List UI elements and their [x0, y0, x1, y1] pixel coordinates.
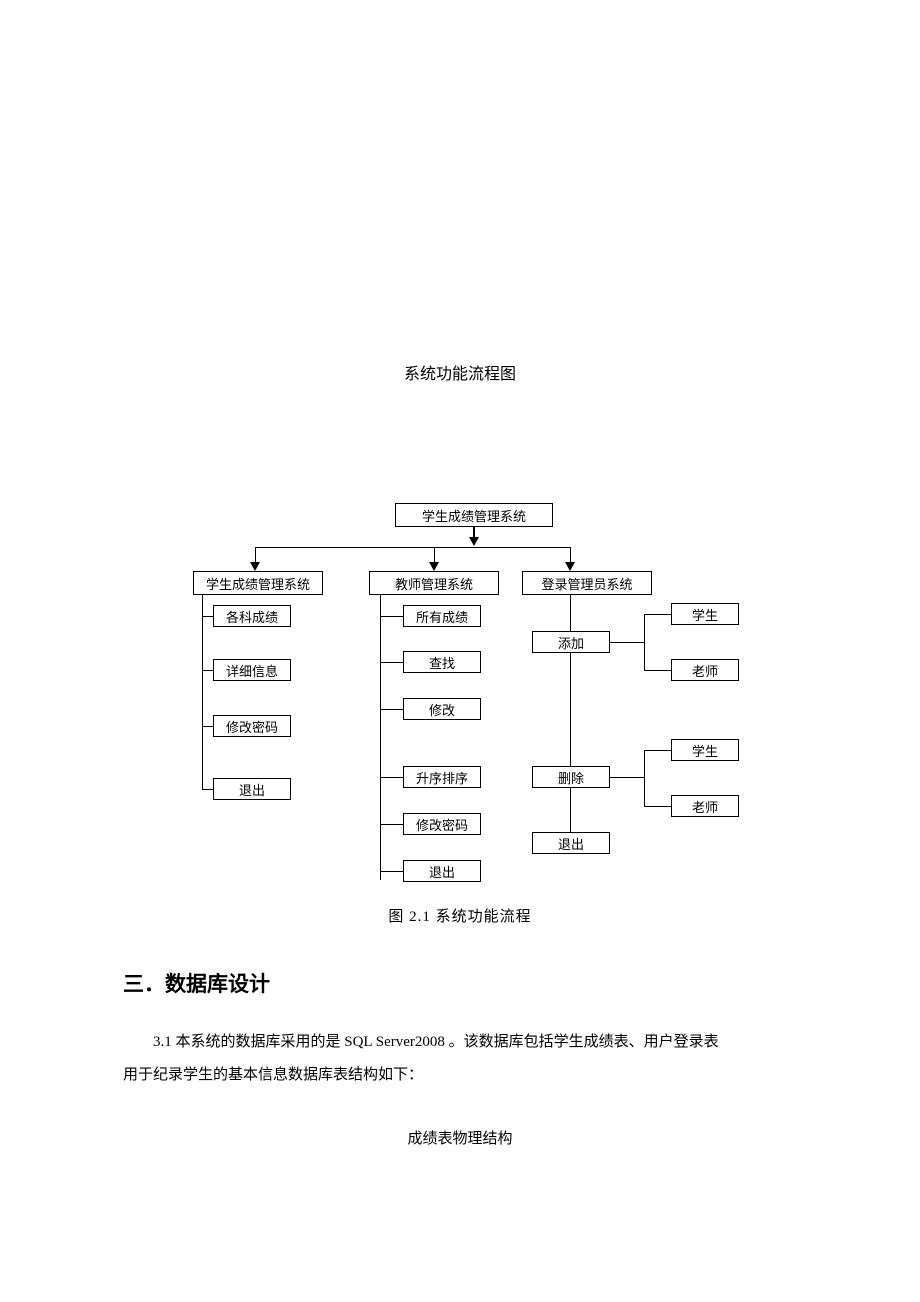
col3-mid-2: 退出: [532, 832, 610, 854]
section-heading: 三．数据库设计: [123, 968, 270, 998]
arrow-down-icon: [250, 562, 260, 571]
col3-header: 登录管理员系统: [522, 571, 652, 595]
col1-item-3: 退出: [213, 778, 291, 800]
arrow-down-icon: [565, 562, 575, 571]
root-box: 学生成绩管理系统: [395, 503, 553, 527]
col2-item-3: 升序排序: [403, 766, 481, 788]
col3-sub1-0: 学生: [671, 603, 739, 625]
col3-mid-0: 添加: [532, 631, 610, 653]
col1-item-2: 修改密码: [213, 715, 291, 737]
col3-sub2-1: 老师: [671, 795, 739, 817]
body-p2: 用于纪录学生的基本信息数据库表结构如下：: [123, 1059, 793, 1092]
system-flow-diagram: 学生成绩管理系统 学生成绩管理系统 各科成绩 详细信息 修改密码 退出 教师管理…: [170, 503, 780, 883]
col1-item-1: 详细信息: [213, 659, 291, 681]
body-p1: 3.1 本系统的数据库采用的是 SQL Server2008 。该数据库包括学生…: [123, 1026, 793, 1059]
table-title: 成绩表物理结构: [0, 1127, 920, 1148]
figure-caption: 图 2.1 系统功能流程: [0, 905, 920, 926]
page-title: 系统功能流程图: [0, 360, 920, 384]
col3-mid-1: 删除: [532, 766, 610, 788]
arrow-down-icon: [469, 537, 479, 546]
col1-item-0: 各科成绩: [213, 605, 291, 627]
body-paragraph: 3.1 本系统的数据库采用的是 SQL Server2008 。该数据库包括学生…: [123, 1026, 793, 1092]
col1-header: 学生成绩管理系统: [193, 571, 323, 595]
col2-item-2: 修改: [403, 698, 481, 720]
col3-sub1-1: 老师: [671, 659, 739, 681]
arrow-down-icon: [429, 562, 439, 571]
col2-item-5: 退出: [403, 860, 481, 882]
col2-header: 教师管理系统: [369, 571, 499, 595]
col2-item-0: 所有成绩: [403, 605, 481, 627]
col3-sub2-0: 学生: [671, 739, 739, 761]
col2-item-4: 修改密码: [403, 813, 481, 835]
col2-item-1: 查找: [403, 651, 481, 673]
